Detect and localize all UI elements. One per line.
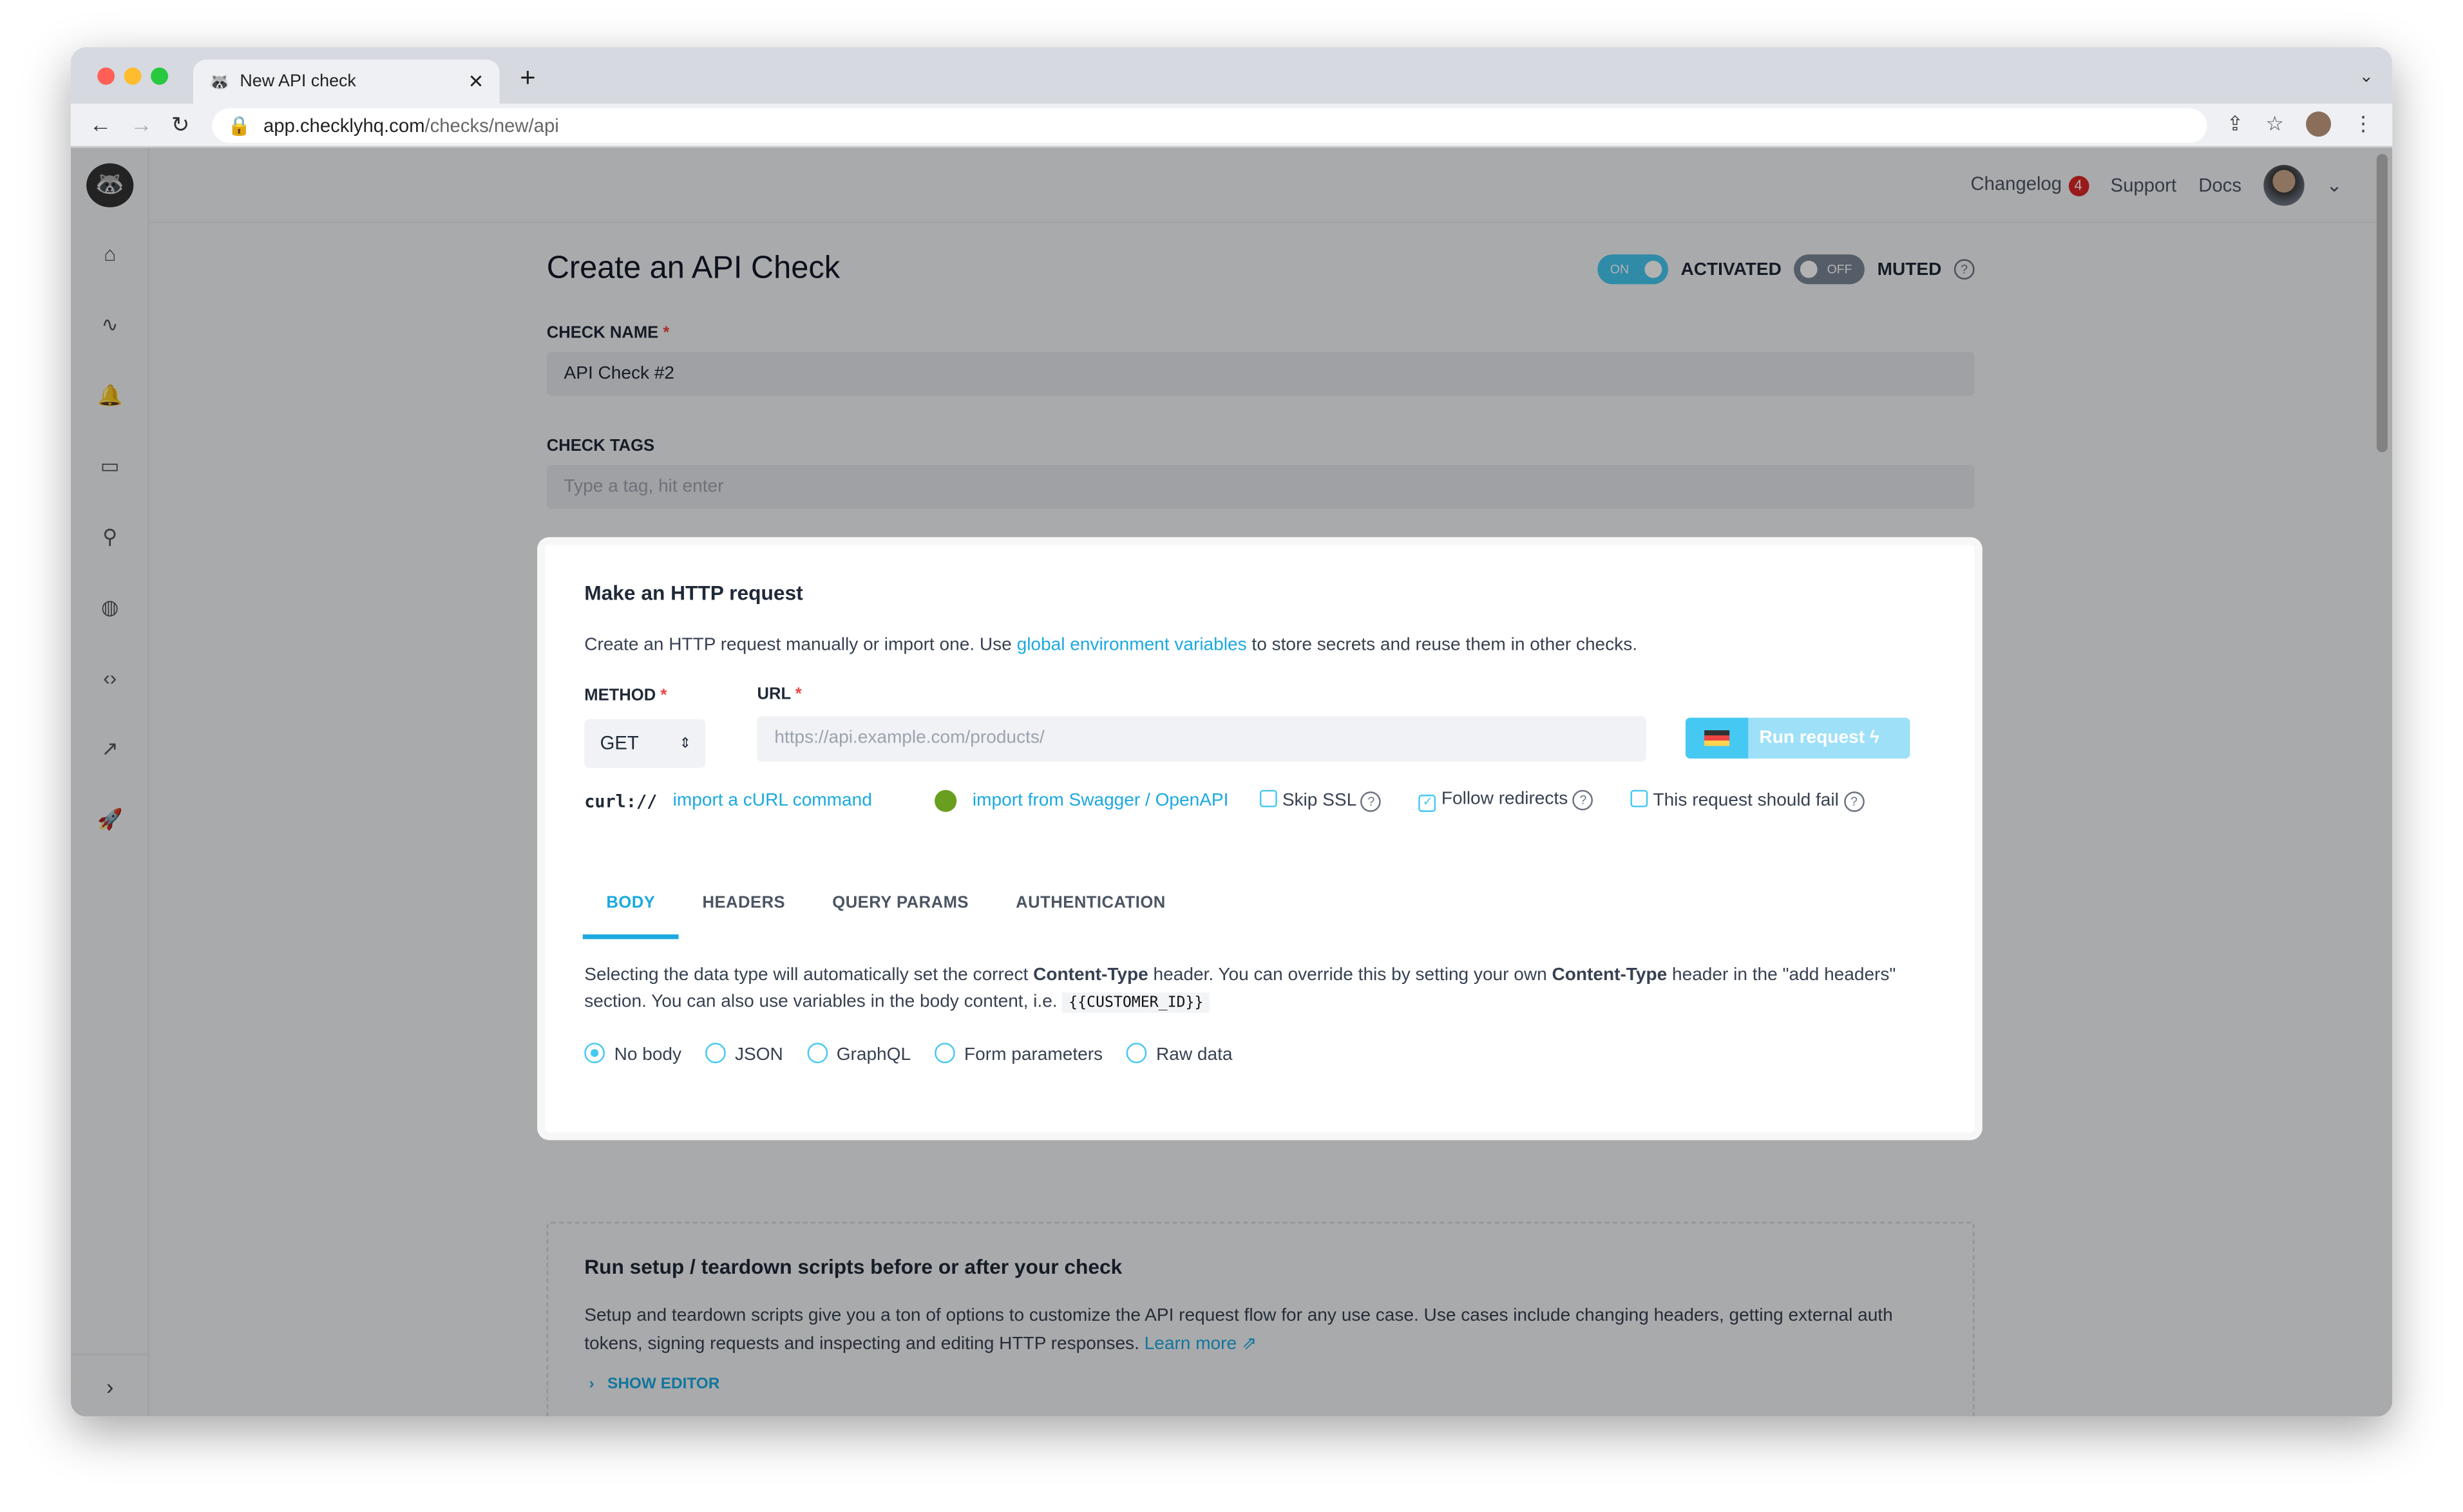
muted-label: MUTED <box>1877 260 1942 279</box>
radio-form-parameters[interactable]: Form parameters <box>934 1043 1103 1065</box>
should-fail-checkbox[interactable]: This request should fail ? <box>1631 789 1865 812</box>
skip-ssl-checkbox[interactable]: Skip SSL ? <box>1260 789 1382 812</box>
integrations-icon[interactable]: ⚲ <box>94 525 126 550</box>
monitor-icon[interactable]: ▭ <box>94 454 126 479</box>
method-select[interactable]: GET ⇕ <box>584 719 706 768</box>
activity-icon[interactable]: ∿ <box>94 312 126 337</box>
page-title: Create an API Check <box>546 251 841 286</box>
method-label: METHOD * <box>584 686 667 706</box>
lock-icon: 🔒 <box>227 113 251 136</box>
tab-title: New API check <box>240 72 356 91</box>
globe-icon[interactable]: ◍ <box>94 595 126 620</box>
forward-icon[interactable]: → <box>130 111 152 138</box>
browser-tab[interactable]: 🦝 New API check ✕ <box>193 59 500 104</box>
address-bar-row: ← → ↻ 🔒 app.checklyhq.com/checks/new/api ⇪ ☆… <box>70 103 2393 148</box>
maximize-window-button[interactable] <box>151 67 168 85</box>
tab-headers[interactable]: HEADERS <box>679 894 809 940</box>
user-menu-chevron-icon[interactable]: ⌄ <box>2326 173 2343 195</box>
run-request-label: Run request <box>1759 728 1865 748</box>
tab-body[interactable]: BODY <box>582 894 679 940</box>
share-icon[interactable]: ⇪ <box>2227 111 2244 137</box>
muted-toggle-text: OFF <box>1827 262 1852 277</box>
user-avatar[interactable] <box>2263 164 2305 205</box>
code-icon[interactable]: ‹› <box>94 666 126 690</box>
learn-more-link[interactable]: Learn more <box>1145 1335 1237 1354</box>
http-request-card: Make an HTTP request Create an HTTP requ… <box>545 545 1975 1133</box>
curl-logo: curl:// <box>584 790 658 811</box>
activated-label: ACTIVATED <box>1680 260 1782 279</box>
url-host: app.checklyhq.com <box>263 113 425 136</box>
url-input[interactable]: https://api.example.com/products/ <box>757 716 1646 762</box>
changelog-link[interactable]: Changelog 4 <box>1970 173 2089 196</box>
rocket-icon[interactable]: 🚀 <box>94 808 126 833</box>
external-link-icon: ⇗ <box>1241 1334 1257 1354</box>
follow-redirects-checkbox[interactable]: ✓ Follow redirects ? <box>1419 789 1593 812</box>
tab-list-chevron-icon[interactable]: ⌄ <box>2359 66 2373 86</box>
check-name-label: CHECK NAME * <box>546 323 670 343</box>
swagger-icon <box>935 789 957 812</box>
setup-title: Run setup / teardown scripts before or a… <box>584 1254 1123 1279</box>
url-path: /checks/new/api <box>424 113 559 136</box>
chevron-right-icon: › <box>589 1375 594 1394</box>
radio-raw-data[interactable]: Raw data <box>1126 1043 1233 1065</box>
reload-icon[interactable]: ↻ <box>171 111 190 138</box>
close-tab-icon[interactable]: ✕ <box>468 71 484 93</box>
activated-toggle[interactable]: ON <box>1597 254 1669 285</box>
show-editor-button[interactable]: › SHOW EDITOR <box>589 1375 720 1393</box>
setup-teardown-section: Run setup / teardown scripts before or a… <box>546 1222 1975 1417</box>
env-variables-link[interactable]: global environment variables <box>1017 636 1247 655</box>
run-request-button[interactable]: Run request ϟ <box>1685 717 1910 759</box>
http-desc-end: to store secrets and reuse them in other… <box>1246 636 1638 655</box>
raccoon-favicon-icon: 🦝 <box>209 73 231 92</box>
support-link[interactable]: Support <box>2111 173 2177 195</box>
minimize-window-button[interactable] <box>124 67 142 85</box>
menu-kebab-icon[interactable]: ⋮ <box>2353 111 2373 137</box>
request-tabs: BODY HEADERS QUERY PARAMS AUTHENTICATION <box>582 894 1190 940</box>
changelog-label: Changelog <box>1970 173 2062 195</box>
radio-no-body[interactable]: No body <box>584 1043 681 1065</box>
tab-authentication[interactable]: AUTHENTICATION <box>993 894 1190 940</box>
import-curl-link[interactable]: import a cURL command <box>673 791 872 810</box>
url-field[interactable]: 🔒 app.checklyhq.com/checks/new/api <box>211 108 2207 142</box>
bookmark-star-icon[interactable]: ☆ <box>2266 111 2284 137</box>
import-swagger-link[interactable]: import from Swagger / OpenAPI <box>973 791 1228 810</box>
help-icon[interactable]: ? <box>1573 789 1593 811</box>
chart-icon[interactable]: ↗ <box>94 737 126 762</box>
help-icon[interactable]: ? <box>1843 791 1865 812</box>
select-arrows-icon: ⇕ <box>679 735 692 751</box>
body-help-text: Selecting the data type will automatical… <box>584 963 1919 1016</box>
help-icon[interactable]: ? <box>1360 791 1382 812</box>
activated-toggle-text: ON <box>1610 262 1630 277</box>
profile-avatar[interactable] <box>2306 111 2332 137</box>
tab-bar: 🦝 New API check ✕ + ⌄ <box>70 47 2393 104</box>
germany-flag-icon[interactable] <box>1685 717 1749 759</box>
http-desc: Create an HTTP request manually or impor… <box>584 636 1017 655</box>
muted-toggle[interactable]: OFF <box>1794 254 1865 285</box>
checkly-raccoon-logo[interactable]: 🦝 <box>86 163 134 207</box>
lightning-icon: ϟ <box>1869 728 1879 748</box>
expand-sidebar-chevron-icon[interactable]: › <box>70 1354 149 1417</box>
url-label: URL * <box>757 685 802 704</box>
check-name-input[interactable]: API Check #2 <box>546 352 1975 396</box>
docs-link[interactable]: Docs <box>2198 173 2241 195</box>
http-request-title: Make an HTTP request <box>584 581 803 605</box>
home-icon[interactable]: ⌂ <box>94 242 126 266</box>
back-icon[interactable]: ← <box>90 111 111 138</box>
new-tab-button[interactable]: + <box>520 63 535 95</box>
help-icon[interactable]: ? <box>1954 259 1975 280</box>
check-tags-label: CHECK TAGS <box>546 436 655 456</box>
setup-description: Setup and teardown scripts give you a to… <box>584 1307 1893 1354</box>
check-tags-input[interactable]: Type a tag, hit enter <box>546 464 1975 509</box>
scrollbar[interactable] <box>2376 154 2388 453</box>
close-window-button[interactable] <box>97 67 115 85</box>
sidebar: 🦝 ⌂ ∿ 🔔 ▭ ⚲ ◍ ‹› ↗ 🚀 › <box>70 147 149 1417</box>
top-nav: Changelog 4 Support Docs ⌄ <box>149 147 2377 223</box>
radio-json[interactable]: JSON <box>705 1043 783 1065</box>
radio-graphql[interactable]: GraphQL <box>806 1043 911 1065</box>
changelog-badge: 4 <box>2068 176 2089 196</box>
tab-query-params[interactable]: QUERY PARAMS <box>809 894 993 940</box>
body-type-radios: No body JSON GraphQL Form parameters Raw… <box>584 1043 1233 1065</box>
bell-icon[interactable]: 🔔 <box>94 383 126 408</box>
